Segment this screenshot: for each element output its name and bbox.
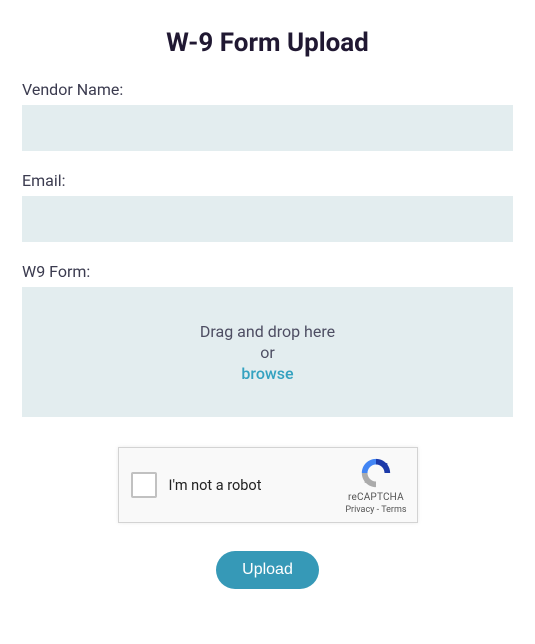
w9-label: W9 Form: — [22, 262, 513, 281]
vendor-name-input[interactable] — [22, 105, 513, 151]
recaptcha-links: Privacy - Terms — [345, 505, 406, 515]
w9-dropzone[interactable]: Drag and drop here or browse — [22, 287, 513, 417]
email-label: Email: — [22, 171, 513, 190]
page-title: W-9 Form Upload — [22, 0, 513, 80]
email-field: Email: — [22, 171, 513, 262]
browse-button[interactable]: browse — [241, 364, 293, 383]
recaptcha-privacy-link[interactable]: Privacy — [345, 505, 374, 515]
upload-button[interactable]: Upload — [216, 551, 319, 589]
recaptcha-brand: reCAPTCHA — [348, 492, 404, 503]
vendor-name-label: Vendor Name: — [22, 80, 513, 99]
recaptcha-checkbox[interactable] — [131, 472, 157, 498]
recaptcha-label: I'm not a robot — [169, 477, 262, 494]
recaptcha-terms-link[interactable]: Terms — [381, 505, 406, 515]
dropzone-or: or — [260, 343, 275, 362]
dropzone-text: Drag and drop here — [200, 322, 335, 341]
email-input[interactable] — [22, 196, 513, 242]
vendor-name-field: Vendor Name: — [22, 80, 513, 171]
recaptcha-icon — [359, 456, 393, 490]
w9-field: W9 Form: Drag and drop here or browse — [22, 262, 513, 417]
recaptcha-widget: I'm not a robot reCAPTCHA Privacy - Term… — [118, 447, 418, 523]
